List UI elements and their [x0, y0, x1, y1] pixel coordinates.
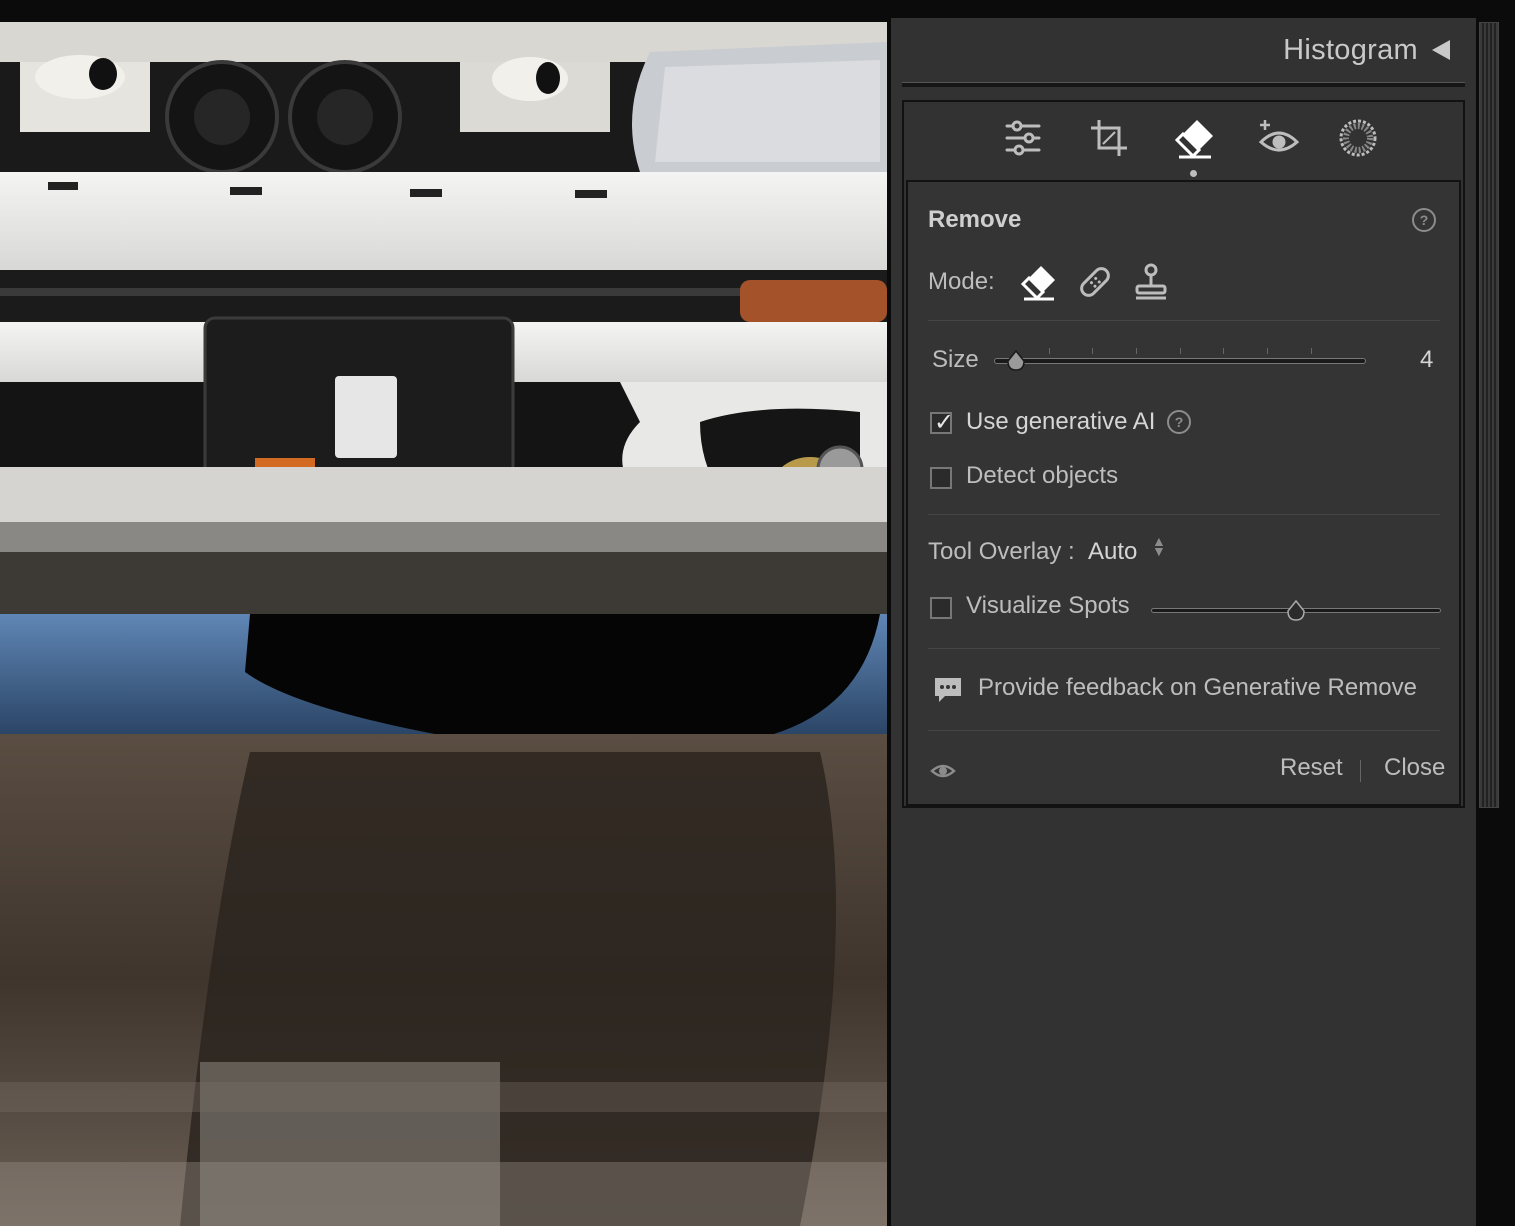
- size-slider-thumb[interactable]: [1006, 349, 1026, 372]
- histogram-title: Histogram: [1283, 34, 1418, 66]
- separator: [928, 514, 1440, 515]
- reset-button[interactable]: Reset: [1280, 754, 1343, 782]
- checkmark-icon: ✓: [934, 409, 955, 436]
- size-tick: [1223, 348, 1224, 354]
- size-label: Size: [932, 346, 979, 373]
- help-icon[interactable]: ?: [1412, 208, 1436, 232]
- size-tick: [1311, 348, 1312, 354]
- crop-icon[interactable]: [1087, 116, 1131, 160]
- separator: [928, 320, 1440, 321]
- histogram-header[interactable]: Histogram: [891, 18, 1476, 84]
- use-generative-ai-label[interactable]: Use generative AI: [966, 408, 1155, 436]
- red-eye-icon[interactable]: [1257, 116, 1301, 160]
- size-tick: [1092, 348, 1093, 354]
- visualize-spots-checkbox[interactable]: [930, 597, 952, 619]
- close-button[interactable]: Close: [1384, 754, 1445, 782]
- detect-objects-checkbox[interactable]: [930, 467, 952, 489]
- size-slider-track[interactable]: [994, 358, 1366, 364]
- speech-bubble-icon: [932, 674, 964, 706]
- size-tick: [1049, 348, 1050, 354]
- button-divider: [1360, 760, 1361, 782]
- size-tick: [1267, 348, 1268, 354]
- up-down-arrows-icon[interactable]: ▲ ▼: [1152, 534, 1166, 558]
- collapse-triangle-icon[interactable]: [1432, 40, 1450, 60]
- use-generative-ai-checkbox[interactable]: ✓: [930, 409, 954, 436]
- masking-icon[interactable]: [1336, 116, 1380, 160]
- remove-title: Remove: [928, 206, 1022, 233]
- tool-overlay-value[interactable]: Auto: [1088, 538, 1137, 566]
- separator: [928, 730, 1440, 731]
- car-photo: [0, 22, 887, 1226]
- eye-icon[interactable]: [930, 760, 956, 782]
- size-value[interactable]: 4: [1420, 346, 1433, 374]
- remove-panel: Remove ? Mode: Size 4 ✓ Use generative A…: [906, 180, 1461, 806]
- mode-remove-icon[interactable]: [1019, 262, 1059, 302]
- mode-heal-icon[interactable]: [1075, 262, 1115, 302]
- tool-overlay-label: Tool Overlay :: [928, 538, 1075, 565]
- histogram-divider: [902, 82, 1465, 87]
- panel-scrollbar[interactable]: [1479, 22, 1499, 808]
- visualize-spots-label[interactable]: Visualize Spots: [966, 592, 1130, 620]
- help-icon[interactable]: ?: [1167, 410, 1191, 434]
- separator: [928, 648, 1440, 649]
- remove-eraser-icon[interactable]: [1173, 116, 1217, 160]
- mode-clone-stamp-icon[interactable]: [1131, 262, 1171, 302]
- detect-objects-label[interactable]: Detect objects: [966, 462, 1118, 490]
- active-tool-indicator: [1190, 170, 1197, 177]
- edit-sliders-icon[interactable]: [1001, 116, 1045, 160]
- tool-strip: Remove ? Mode: Size 4 ✓ Use generative A…: [902, 100, 1465, 808]
- size-tick: [1180, 348, 1181, 354]
- mode-label: Mode:: [928, 268, 995, 295]
- feedback-label[interactable]: Provide feedback on Generative Remove: [978, 674, 1417, 702]
- visualize-spots-slider-thumb[interactable]: [1286, 599, 1306, 622]
- photo-canvas[interactable]: [0, 22, 887, 1226]
- develop-right-panel: Histogram Remove ? Mode: Size 4 ✓ Use ge…: [891, 18, 1476, 1226]
- size-tick: [1136, 348, 1137, 354]
